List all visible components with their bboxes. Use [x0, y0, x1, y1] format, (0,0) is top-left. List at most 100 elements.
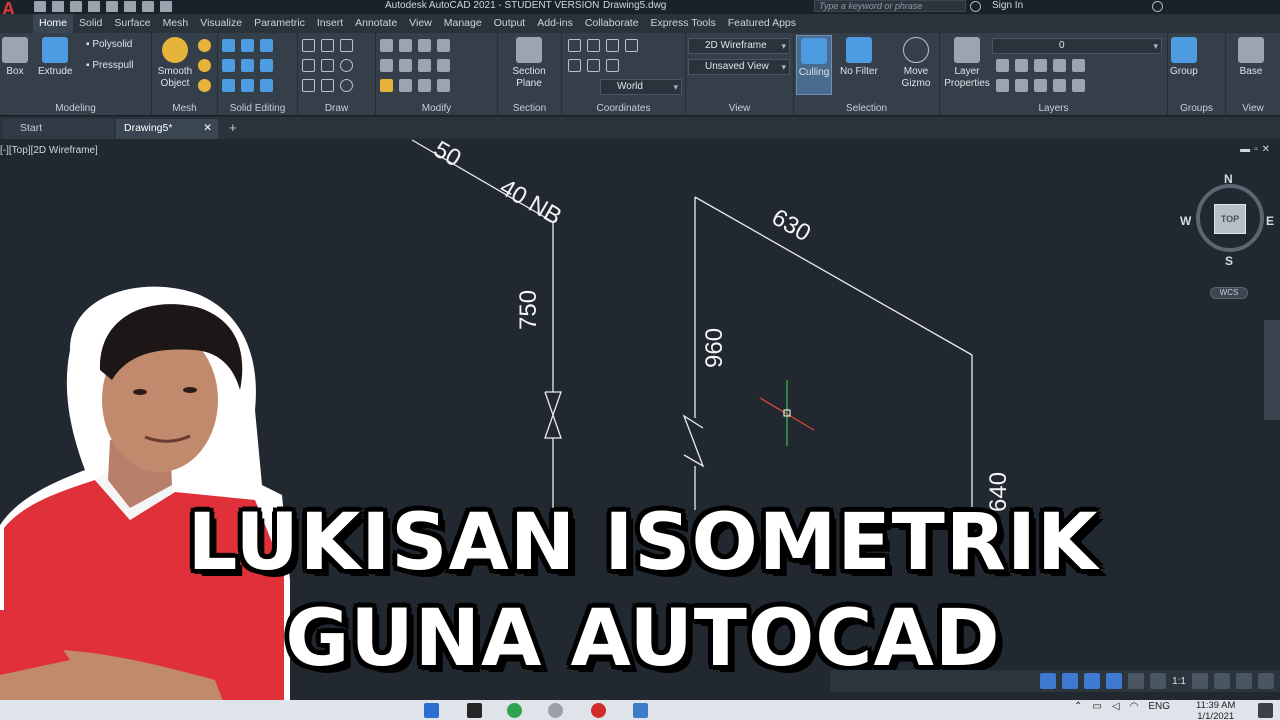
line-icon[interactable] — [302, 59, 315, 72]
culling-button[interactable]: Culling — [796, 35, 832, 95]
panel-title-mesh[interactable]: Mesh — [152, 103, 217, 114]
compass-west[interactable]: W — [1180, 214, 1191, 228]
tab-view[interactable]: View — [403, 14, 438, 33]
polysolid-button[interactable]: ▪ Polysolid — [86, 39, 132, 50]
search-icon[interactable] — [970, 1, 981, 12]
section-plane-button[interactable]: Section Plane — [506, 37, 552, 90]
named-view-select[interactable]: Unsaved View — [688, 59, 790, 75]
mesh-cone-icon[interactable] — [198, 59, 211, 72]
tab-add-ins[interactable]: Add-ins — [531, 14, 579, 33]
ucs-select[interactable]: World — [600, 79, 682, 95]
layer-lock-icon[interactable] — [1053, 59, 1066, 72]
sign-in-link[interactable]: Sign In — [992, 0, 1023, 11]
lineweight-toggle-icon[interactable] — [1128, 673, 1145, 689]
undo-icon[interactable] — [160, 1, 172, 12]
ucs-icon[interactable] — [568, 39, 581, 52]
layer-on-icon[interactable] — [996, 79, 1009, 92]
base-button[interactable]: Base — [1238, 37, 1264, 78]
tab-output[interactable]: Output — [488, 14, 532, 33]
layer-properties-button[interactable]: Layer Properties — [942, 37, 992, 90]
ucs-y-icon[interactable] — [625, 39, 638, 52]
tab-mesh[interactable]: Mesh — [157, 14, 195, 33]
wps-office-icon[interactable] — [424, 703, 439, 718]
box-button[interactable]: Box — [2, 37, 28, 78]
snap-toggle-icon[interactable] — [1040, 673, 1057, 689]
tab-annotate[interactable]: Annotate — [349, 14, 403, 33]
offset-edge-icon[interactable] — [260, 59, 273, 72]
recorder-icon[interactable] — [591, 703, 606, 718]
ucs-origin-icon[interactable] — [587, 39, 600, 52]
ucs-world-icon[interactable] — [568, 59, 581, 72]
mesh-sphere-icon[interactable] — [198, 79, 211, 92]
ortho-toggle-icon[interactable] — [1062, 673, 1079, 689]
tab-express-tools[interactable]: Express Tools — [645, 14, 722, 33]
polyline-icon[interactable] — [302, 39, 315, 52]
layer-unisolate-icon[interactable] — [1015, 79, 1028, 92]
layer-match-icon[interactable] — [1072, 59, 1085, 72]
save-as-icon[interactable] — [88, 1, 100, 12]
copy-icon[interactable] — [437, 79, 450, 92]
smooth-object-button[interactable]: Smooth Object — [155, 37, 195, 90]
tab-surface[interactable]: Surface — [108, 14, 156, 33]
new-icon[interactable] — [34, 1, 46, 12]
ucs-x-icon[interactable] — [606, 39, 619, 52]
mirror-icon[interactable] — [380, 59, 393, 72]
edit-icon[interactable] — [380, 79, 393, 92]
customize-menu-icon[interactable] — [1258, 673, 1274, 689]
visual-style-select[interactable]: 2D Wireframe — [688, 38, 790, 54]
taskbar-clock[interactable]: 11:39 AM 1/1/2021 — [1196, 700, 1235, 720]
arc-icon[interactable] — [340, 39, 353, 52]
polar-toggle-icon[interactable] — [1084, 673, 1101, 689]
layer-freeze-icon[interactable] — [1034, 59, 1047, 72]
3d-polyline-icon[interactable] — [321, 59, 334, 72]
trim-icon[interactable] — [437, 39, 450, 52]
panel-title-coordinates[interactable]: Coordinates — [562, 103, 685, 114]
scale-icon[interactable] — [418, 79, 431, 92]
tab-manage[interactable]: Manage — [438, 14, 488, 33]
slice-icon[interactable] — [222, 79, 235, 92]
polygon-icon[interactable] — [302, 79, 315, 92]
open-icon[interactable] — [52, 1, 64, 12]
tab-parametric[interactable]: Parametric — [248, 14, 311, 33]
compass-east[interactable]: E — [1266, 214, 1274, 228]
volume-icon[interactable]: ◁ — [1112, 701, 1120, 712]
panel-title-layers[interactable]: Layers — [940, 103, 1167, 114]
new-tab-button[interactable]: + — [229, 120, 237, 135]
align-icon[interactable] — [380, 39, 393, 52]
panel-title-section[interactable]: Section — [498, 103, 561, 114]
osnap-toggle-icon[interactable] — [1106, 673, 1123, 689]
compass-south[interactable]: S — [1225, 254, 1233, 268]
panel-title-selection[interactable]: Selection — [794, 103, 939, 114]
help-icon[interactable] — [1152, 1, 1163, 12]
tab-insert[interactable]: Insert — [311, 14, 349, 33]
photos-icon[interactable] — [633, 703, 648, 718]
mesh-box-icon[interactable] — [198, 39, 211, 52]
fillet-icon[interactable] — [437, 59, 450, 72]
web-mobile-icon[interactable] — [106, 1, 118, 12]
layer-select[interactable]: 0 — [992, 38, 1162, 54]
viewcube-top-face[interactable]: TOP — [1214, 204, 1246, 234]
subtract-icon[interactable] — [241, 39, 254, 52]
panel-title-modify[interactable]: Modify — [376, 103, 497, 114]
extract-edges-icon[interactable] — [241, 59, 254, 72]
spline-icon[interactable] — [321, 39, 334, 52]
layer-off-icon[interactable] — [996, 59, 1009, 72]
plot-icon[interactable] — [124, 1, 136, 12]
wifi-icon[interactable]: ◠ — [1130, 701, 1139, 712]
tab-collaborate[interactable]: Collaborate — [579, 14, 645, 33]
notifications-icon[interactable] — [1258, 703, 1273, 718]
rotate-icon[interactable] — [418, 59, 431, 72]
separate-icon[interactable] — [260, 79, 273, 92]
tab-drawing5[interactable]: Drawing5* ✕ — [116, 119, 218, 139]
ucs-view-icon[interactable] — [587, 59, 600, 72]
layer-isolate-icon[interactable] — [1015, 59, 1028, 72]
union-icon[interactable] — [222, 39, 235, 52]
workspace-gear-icon[interactable] — [1192, 673, 1208, 689]
panel-title-groups[interactable]: Groups — [1168, 103, 1225, 114]
array-icon[interactable] — [399, 59, 412, 72]
tab-home[interactable]: Home — [33, 14, 74, 33]
tray-chevron-icon[interactable]: ⌃ — [1074, 701, 1082, 712]
rectangle-icon[interactable] — [321, 79, 334, 92]
ucs-z-icon[interactable] — [606, 59, 619, 72]
panel-title-solid-editing[interactable]: Solid Editing — [218, 103, 297, 114]
